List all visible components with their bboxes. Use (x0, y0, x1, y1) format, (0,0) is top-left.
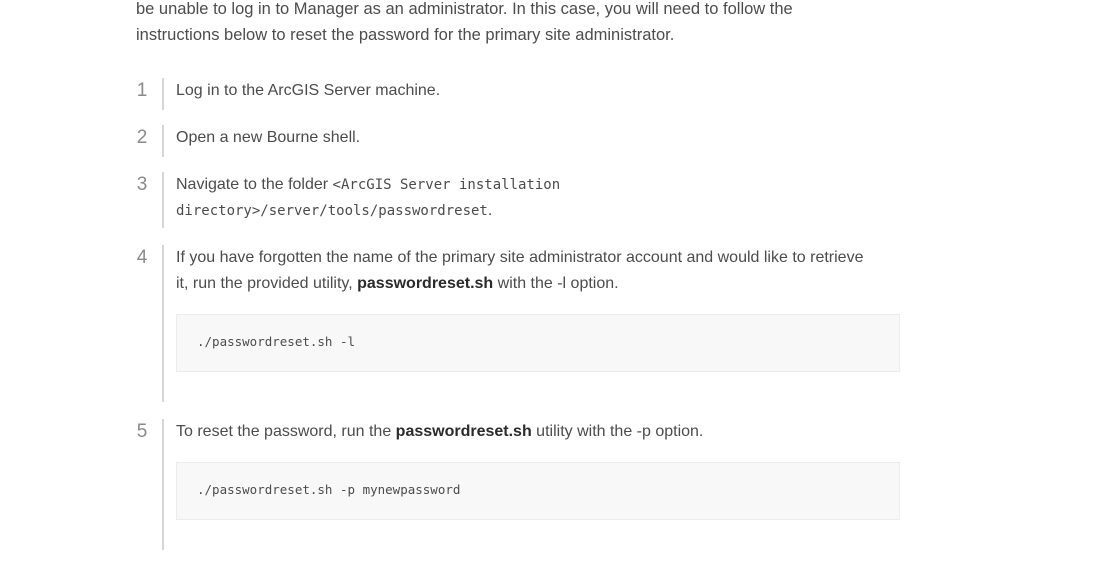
step-number: 5 (136, 421, 148, 442)
step-text: Navigate to the folder <ArcGIS Server in… (176, 172, 896, 224)
code-block: ./passwordreset.sh -l (176, 314, 900, 372)
step-text-before: Navigate to the folder (176, 176, 333, 193)
step-text: If you have forgotten the name of the pr… (176, 245, 896, 297)
utility-name: passwordreset.sh (357, 275, 494, 292)
step-number: 3 (136, 174, 148, 195)
step-text-after: with the -l option. (493, 275, 619, 292)
step-text: Log in to the ArcGIS Server machine. (176, 82, 441, 99)
step-divider (162, 419, 164, 550)
utility-name: passwordreset.sh (395, 423, 532, 440)
step-divider (162, 245, 164, 402)
step-number: 2 (136, 127, 148, 148)
code-block: ./passwordreset.sh -p mynewpassword (176, 462, 900, 520)
step-number: 1 (136, 80, 148, 101)
step-text-line-1: If you have forgotten the name of the pr… (176, 249, 864, 266)
step-divider (162, 172, 164, 228)
step-text-before: To reset the password, run the (176, 423, 396, 440)
step-divider (162, 78, 164, 110)
step-text: Open a new Bourne shell. (176, 129, 361, 146)
code-command: ./passwordreset.sh -l (197, 334, 356, 349)
step-text: To reset the password, run the passwordr… (176, 419, 896, 445)
step-divider (162, 125, 164, 157)
step-text-after: . (487, 202, 493, 219)
steps-list: 1 Log in to the ArcGIS Server machine. 2… (0, 0, 1111, 584)
code-command: ./passwordreset.sh -p mynewpassword (197, 482, 461, 497)
step-number: 4 (136, 247, 148, 268)
folder-path-code: <ArcGIS Server installation (332, 177, 561, 193)
step-text-after: utility with the -p option. (531, 423, 704, 440)
step-text-before: it, run the provided utility, (176, 275, 358, 292)
folder-path-code-continued: directory>/server/tools/passwordreset (176, 203, 488, 219)
